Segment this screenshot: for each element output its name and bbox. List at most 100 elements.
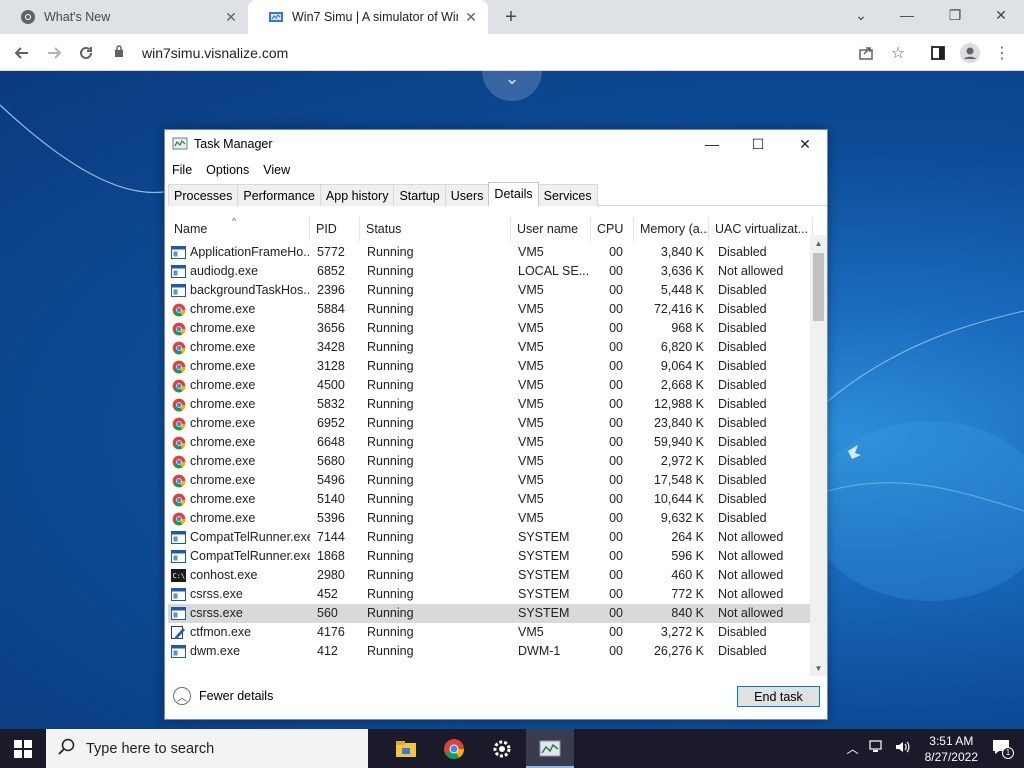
table-row[interactable]: audiodg.exe 6852 Running LOCAL SE... 00 3,636… (168, 262, 813, 281)
tab-processes[interactable]: Processes (168, 184, 239, 206)
close-icon[interactable]: ✕ (218, 9, 244, 26)
cell-uac: Disabled (718, 625, 767, 639)
address-bar[interactable]: win7simu.visnalize.com (108, 38, 918, 67)
cell-memory: 2,972 K (660, 454, 704, 468)
column-header-cpu[interactable]: CPU (591, 217, 634, 241)
notification-center-icon[interactable]: 1 (992, 739, 1014, 759)
bookmark-star-icon[interactable]: ☆ (884, 39, 912, 67)
table-row[interactable]: chrome.exe 5396 Running VM5 00 9,632 K Disable… (168, 509, 813, 528)
window-footer: ︿ Fewer details End task (165, 678, 827, 719)
table-row[interactable]: backgroundTaskHos... 2396 Running VM5 00 5,44… (168, 281, 813, 300)
share-icon[interactable] (852, 39, 880, 67)
taskbar-chrome[interactable] (430, 729, 478, 768)
cell-name: chrome.exe (168, 300, 310, 319)
table-row[interactable]: chrome.exe 5884 Running VM5 00 72,416 K Disabl… (168, 300, 813, 319)
taskbar-file-explorer[interactable] (382, 729, 430, 768)
cell-user: DWM-1 (518, 644, 561, 658)
close-window-icon[interactable]: ✕ (978, 0, 1024, 30)
scroll-up-icon[interactable]: ▲ (810, 235, 827, 251)
menu-options[interactable]: Options (199, 160, 256, 180)
vertical-scrollbar[interactable]: ▲ ▼ (810, 235, 827, 676)
window-icon (171, 644, 186, 659)
scroll-thumb[interactable] (813, 253, 824, 321)
table-row[interactable]: chrome.exe 3128 Running VM5 00 9,064 K Disable… (168, 357, 813, 376)
side-panel-icon[interactable] (924, 39, 952, 67)
scroll-down-icon[interactable]: ▼ (810, 660, 827, 676)
cell-name: C:\ conhost.exe (171, 568, 258, 582)
minimize-icon[interactable]: — (689, 130, 735, 158)
cell-user: LOCAL SE... (518, 264, 590, 278)
cell-status: Running (367, 549, 414, 563)
table-row[interactable]: chrome.exe 5496 Running VM5 00 17,548 K Disabl… (168, 471, 813, 490)
close-icon[interactable]: ✕ (782, 130, 828, 158)
profile-avatar-icon[interactable] (956, 39, 984, 67)
cell-memory: 59,940 K (653, 435, 704, 449)
minimize-icon[interactable]: — (884, 0, 930, 30)
column-header-name[interactable]: Name ^ (168, 217, 310, 241)
table-row[interactable]: C:\ conhost.exe 2980 Running SYSTEM 00 460 K No… (168, 566, 813, 585)
table-row[interactable]: CompatTelRunner.exe 7144 Running SYSTEM 00 26… (168, 528, 813, 547)
column-header-user[interactable]: User name (511, 217, 591, 241)
table-row[interactable]: CompatTelRunner.exe 1868 Running SYSTEM 00 59… (168, 547, 813, 566)
tab-startup[interactable]: Startup (393, 184, 446, 206)
back-icon[interactable] (8, 39, 36, 67)
chevron-down-icon[interactable]: ⌄ (838, 0, 884, 30)
forward-icon[interactable] (40, 39, 68, 67)
cell-pid: 6852 (317, 264, 345, 278)
end-task-button[interactable]: End task (737, 686, 820, 707)
restore-icon[interactable]: ❐ (932, 0, 978, 30)
tab-app-history[interactable]: App history (319, 184, 395, 206)
table-row[interactable]: chrome.exe 5140 Running VM5 00 10,644 K Disabl… (168, 490, 813, 509)
menu-file[interactable]: File (165, 160, 199, 180)
more-menu-icon[interactable]: ⋮ (988, 39, 1016, 67)
menu-view[interactable]: View (256, 160, 297, 180)
window-icon (171, 587, 186, 602)
browser-tab-win7simu[interactable]: Win7 Simu | A simulator of Wind ✕ (248, 0, 488, 34)
maximize-icon[interactable]: ☐ (735, 130, 781, 158)
cell-memory: 968 K (671, 321, 704, 335)
column-header-pid[interactable]: PID (310, 217, 360, 241)
clock[interactable]: 3:51 AM 8/27/2022 (925, 733, 978, 765)
cell-status: Running (367, 587, 414, 601)
close-icon[interactable]: ✕ (458, 9, 484, 26)
table-row[interactable]: chrome.exe 5832 Running VM5 00 12,988 K Disabl… (168, 395, 813, 414)
cell-memory: 26,276 K (653, 644, 704, 658)
table-row[interactable]: explorer.exe4732RunningVM50038,024 KDisa… (168, 661, 813, 664)
browser-tab-whats-new[interactable]: What's New ✕ (0, 0, 248, 34)
cell-memory: 3,272 K (660, 625, 704, 639)
title-bar[interactable]: Task Manager — ☐ ✕ (165, 130, 827, 158)
taskbar-search-box[interactable]: Type here to search (46, 729, 368, 768)
table-row[interactable]: chrome.exe 3428 Running VM5 00 6,820 K Disable… (168, 338, 813, 357)
chevron-up-icon[interactable]: ︿ (847, 740, 859, 757)
column-header-memory[interactable]: Memory (a... (634, 217, 709, 241)
table-row[interactable]: csrss.exe 560 Running SYSTEM 00 840 K Not allo… (168, 604, 813, 623)
cell-cpu: 00 (609, 625, 623, 639)
table-row[interactable]: ApplicationFrameHo... 5772 Running VM5 00 3,8… (168, 243, 813, 262)
tab-details[interactable]: Details (488, 182, 539, 206)
table-row[interactable]: chrome.exe 6648 Running VM5 00 59,940 K Disabl… (168, 433, 813, 452)
column-header-uac[interactable]: UAC virtualizat... (709, 217, 813, 241)
tab-title: What's New (44, 10, 111, 24)
taskbar-task-manager[interactable] (526, 729, 574, 768)
table-row[interactable]: chrome.exe 5680 Running VM5 00 2,972 K Disable… (168, 452, 813, 471)
cell-status: Running (367, 416, 414, 430)
table-row[interactable]: dwm.exe 412 Running DWM-1 00 26,276 K Disabled (168, 642, 813, 661)
volume-icon[interactable] (895, 740, 911, 757)
column-header-status[interactable]: Status (360, 217, 511, 241)
cell-memory: 596 K (671, 549, 704, 563)
tab-performance[interactable]: Performance (237, 184, 321, 206)
table-row[interactable]: chrome.exe 3656 Running VM5 00 968 K Disabled (168, 319, 813, 338)
tab-users[interactable]: Users (444, 184, 490, 206)
table-row[interactable]: csrss.exe 452 Running SYSTEM 00 772 K Not allo… (168, 585, 813, 604)
table-row[interactable]: ctfmon.exe 4176 Running VM5 00 3,272 K Disable… (168, 623, 813, 642)
cell-user: VM5 (518, 283, 544, 297)
start-button[interactable] (0, 729, 46, 768)
table-row[interactable]: chrome.exe 6952 Running VM5 00 23,840 K Disabl… (168, 414, 813, 433)
fewer-details-link[interactable]: ︿ Fewer details (173, 687, 273, 705)
tab-services[interactable]: Services (537, 184, 598, 206)
taskbar-settings[interactable] (478, 729, 526, 768)
network-icon[interactable] (869, 740, 885, 757)
new-tab-button[interactable]: + (498, 4, 524, 30)
table-row[interactable]: chrome.exe 4500 Running VM5 00 2,668 K Disable… (168, 376, 813, 395)
reload-icon[interactable] (72, 39, 100, 67)
